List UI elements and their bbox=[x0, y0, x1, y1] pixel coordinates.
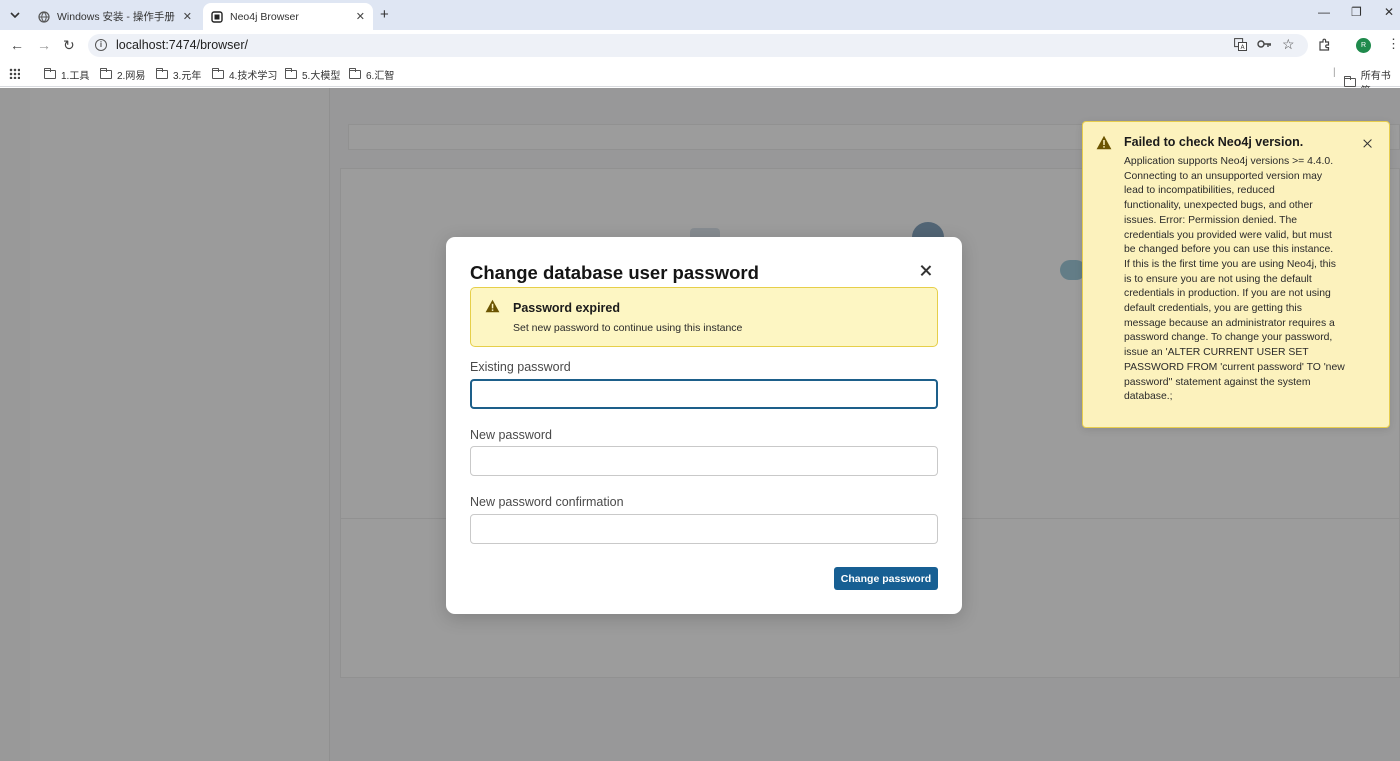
bookmarks-divider: | bbox=[1333, 67, 1336, 78]
forward-icon[interactable]: → bbox=[37, 37, 51, 53]
banner-title: Password expired bbox=[513, 301, 620, 315]
toast-line: password'' statement against the system bbox=[1124, 376, 1311, 388]
tab-search-menu[interactable] bbox=[6, 6, 24, 24]
bookmark-folder[interactable]: 2.网易 bbox=[100, 67, 145, 82]
apps-grid-icon[interactable] bbox=[9, 68, 20, 79]
toast-line: message because an administrator require… bbox=[1124, 317, 1335, 329]
existing-password-label: Existing password bbox=[470, 360, 571, 374]
bookmark-folder[interactable]: 4.技术学习 bbox=[212, 67, 277, 82]
browser-tab-active[interactable]: Neo4j Browser ✕ bbox=[203, 3, 373, 30]
bookmark-label: 2.网易 bbox=[117, 71, 146, 82]
url-text[interactable]: localhost:7474/browser/ bbox=[116, 38, 248, 52]
toast-line: credentials in production. If you are no… bbox=[1124, 288, 1331, 300]
folder-icon bbox=[349, 68, 361, 79]
folder-icon bbox=[156, 68, 168, 79]
bookmarks-bar: 1.工具 2.网易 3.元年 4.技术学习 5.大模型 6.汇智 | 所有书签 bbox=[0, 61, 1400, 97]
toast-title: Failed to check Neo4j version. bbox=[1124, 135, 1304, 149]
profile-avatar[interactable]: R bbox=[1356, 38, 1371, 53]
version-check-toast: Failed to check Neo4j version. Applicati… bbox=[1082, 121, 1390, 428]
confirm-password-label: New password confirmation bbox=[470, 495, 624, 509]
toast-message: Application supports Neo4j versions >= 4… bbox=[1124, 155, 1354, 405]
close-icon[interactable] bbox=[918, 263, 934, 279]
new-password-label: New password bbox=[470, 428, 552, 442]
folder-icon bbox=[100, 68, 112, 79]
toast-line: functionality, unexpected bugs, and othe… bbox=[1124, 200, 1313, 212]
banner-text: Set new password to continue using this … bbox=[513, 322, 743, 334]
warning-icon bbox=[1096, 135, 1112, 150]
bookmark-label: 4.技术学习 bbox=[229, 71, 278, 82]
folder-icon bbox=[44, 68, 56, 79]
dialog-title: Change database user password bbox=[470, 262, 759, 283]
tab-title: Neo4j Browser bbox=[230, 10, 299, 23]
browser-toolbar: ← → ↻ i localhost:7474/browser/ A ☆ R ⋮ bbox=[0, 30, 1400, 61]
minimize-icon[interactable]: — bbox=[1318, 5, 1330, 19]
bookmark-folder[interactable]: 1.工具 bbox=[44, 67, 89, 82]
bookmark-folder[interactable]: 5.大模型 bbox=[285, 67, 340, 82]
new-tab-icon[interactable]: + bbox=[380, 6, 389, 23]
site-info-icon[interactable]: i bbox=[95, 39, 107, 51]
folder-icon bbox=[1344, 75, 1356, 87]
tab-bar: Windows 安装 - 操作手册 - Ne ✕ Neo4j Browser ✕… bbox=[0, 0, 1400, 30]
toast-line: password change. To change your password… bbox=[1124, 332, 1333, 344]
key-icon[interactable] bbox=[1257, 38, 1272, 53]
neo4j-favicon-icon bbox=[211, 10, 223, 23]
confirm-password-input[interactable] bbox=[470, 514, 938, 544]
toast-line: issue an 'ALTER CURRENT USER SET bbox=[1124, 347, 1309, 359]
toast-line: be changed before you can use this insta… bbox=[1124, 244, 1334, 256]
warning-icon bbox=[485, 299, 500, 313]
toast-line: Application supports Neo4j versions >= 4… bbox=[1124, 156, 1334, 167]
toast-line: database.; bbox=[1124, 391, 1173, 403]
bookmark-label: 6.汇智 bbox=[366, 71, 395, 82]
bookmark-folder[interactable]: 6.汇智 bbox=[349, 67, 394, 82]
toast-line: If this is the first time you are using … bbox=[1124, 258, 1336, 270]
address-bar[interactable]: i localhost:7474/browser/ bbox=[88, 34, 1308, 57]
browser-tab[interactable]: Windows 安装 - 操作手册 - Ne ✕ bbox=[30, 3, 200, 30]
more-menu-icon[interactable]: ⋮ bbox=[1387, 36, 1400, 52]
back-icon[interactable]: ← bbox=[10, 37, 24, 53]
password-expired-banner: Password expired Set new password to con… bbox=[470, 287, 938, 347]
translate-icon[interactable]: A bbox=[1234, 38, 1247, 54]
tab-title: Windows 安装 - 操作手册 - Ne bbox=[57, 11, 177, 23]
toast-line: PASSWORD FROM 'current password' TO 'new bbox=[1124, 361, 1345, 373]
toast-line: credentials you provided were valid, but… bbox=[1124, 229, 1332, 241]
bookmark-label: 3.元年 bbox=[173, 71, 202, 82]
close-icon[interactable] bbox=[1362, 138, 1374, 150]
toast-line: issues. Error: Permission denied. The bbox=[1124, 214, 1298, 226]
toast-line: is to ensure you are not using the defau… bbox=[1124, 273, 1312, 285]
change-password-dialog: Change database user password Password e… bbox=[446, 237, 962, 614]
tab-close-icon[interactable]: ✕ bbox=[356, 10, 365, 23]
tab-close-icon[interactable]: ✕ bbox=[183, 10, 192, 23]
restore-icon[interactable]: ❐ bbox=[1351, 5, 1362, 19]
bookmark-star-icon[interactable]: ☆ bbox=[1282, 36, 1295, 53]
new-password-input[interactable] bbox=[470, 446, 938, 476]
folder-icon bbox=[285, 68, 297, 79]
bookmark-label: 5.大模型 bbox=[302, 71, 341, 82]
toast-line: lead to incompatibilities, reduced bbox=[1124, 185, 1275, 197]
chevron-down-icon bbox=[10, 12, 20, 18]
change-password-button[interactable]: Change password bbox=[834, 567, 938, 590]
close-window-icon[interactable]: ✕ bbox=[1384, 5, 1394, 19]
globe-icon bbox=[38, 10, 50, 23]
existing-password-input[interactable] bbox=[470, 379, 938, 409]
bookmark-label: 1.工具 bbox=[61, 71, 90, 82]
toast-line: default credentials, you are getting thi… bbox=[1124, 303, 1302, 315]
extensions-icon[interactable] bbox=[1318, 38, 1331, 54]
folder-icon bbox=[212, 68, 224, 79]
reload-icon[interactable]: ↻ bbox=[63, 37, 75, 54]
bookmark-folder[interactable]: 3.元年 bbox=[156, 67, 201, 82]
toast-line: Connecting to an unsupported version may bbox=[1124, 170, 1323, 182]
